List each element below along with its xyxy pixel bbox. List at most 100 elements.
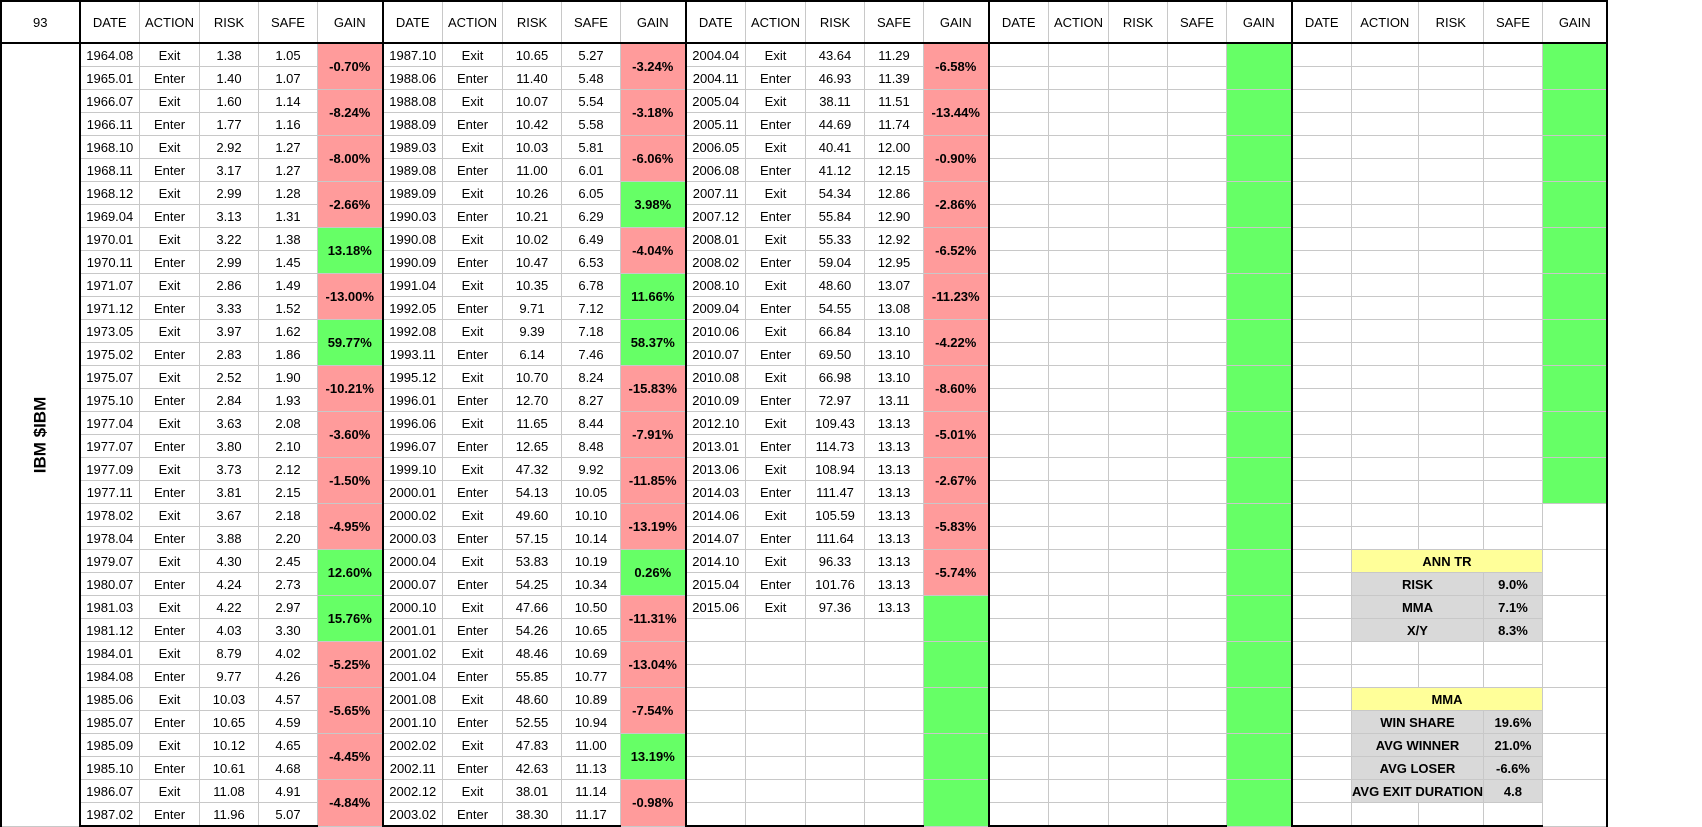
- cell-action[interactable]: Exit: [442, 687, 503, 711]
- cell-action[interactable]: Enter: [442, 526, 503, 550]
- cell-action[interactable]: Exit: [139, 457, 200, 481]
- cell-action[interactable]: Exit: [745, 457, 806, 481]
- cell-risk[interactable]: 47.83: [502, 733, 562, 757]
- empty-cell[interactable]: [1482, 480, 1543, 504]
- cell-action[interactable]: Enter: [139, 296, 200, 320]
- cell-action[interactable]: Enter: [442, 342, 503, 366]
- empty-cell[interactable]: [1482, 135, 1543, 159]
- empty-cell[interactable]: [1167, 112, 1227, 136]
- cell-date[interactable]: 1988.09: [381, 112, 443, 136]
- empty-cell[interactable]: [1108, 434, 1168, 458]
- empty-cell[interactable]: [864, 618, 924, 642]
- empty-cell[interactable]: [1351, 802, 1419, 827]
- cell-safe[interactable]: 3.30: [258, 618, 318, 642]
- cell-date[interactable]: 2002.02: [381, 733, 443, 757]
- cell-date[interactable]: 1964.08: [78, 42, 140, 67]
- cell-risk[interactable]: 3.81: [199, 480, 259, 504]
- cell-gain[interactable]: [1226, 42, 1293, 90]
- cell-date[interactable]: 2004.04: [684, 42, 746, 67]
- empty-cell[interactable]: [1167, 250, 1227, 274]
- empty-cell[interactable]: [1108, 618, 1168, 642]
- cell-action[interactable]: Exit: [745, 549, 806, 573]
- empty-cell[interactable]: [1482, 296, 1543, 320]
- empty-cell[interactable]: [1108, 802, 1168, 827]
- cell-date[interactable]: 1990.08: [381, 227, 443, 251]
- cell-risk[interactable]: 41.12: [805, 158, 865, 182]
- cell-gain[interactable]: -2.67%: [923, 457, 990, 504]
- cell-risk[interactable]: 2.99: [199, 181, 259, 205]
- cell-safe[interactable]: 12.95: [864, 250, 924, 274]
- empty-cell[interactable]: [1351, 89, 1419, 113]
- empty-cell[interactable]: [1351, 319, 1419, 343]
- cell-action[interactable]: Enter: [139, 66, 200, 90]
- cell-risk[interactable]: 97.36: [805, 595, 865, 619]
- cell-gain[interactable]: -13.00%: [317, 273, 384, 320]
- cell-action[interactable]: Exit: [745, 273, 806, 297]
- empty-cell[interactable]: [1290, 756, 1352, 780]
- cell-gain[interactable]: [1226, 595, 1293, 642]
- cell-action[interactable]: Enter: [139, 250, 200, 274]
- column-header-safe[interactable]: SAFE: [1167, 0, 1227, 44]
- cell-risk[interactable]: 10.70: [502, 365, 562, 389]
- cell-action[interactable]: Enter: [442, 802, 503, 827]
- empty-cell[interactable]: [1482, 112, 1543, 136]
- empty-cell[interactable]: [1048, 273, 1109, 297]
- column-header-risk[interactable]: RISK: [805, 0, 865, 44]
- cell-safe[interactable]: 1.86: [258, 342, 318, 366]
- cell-risk[interactable]: 55.85: [502, 664, 562, 688]
- cell-safe[interactable]: 1.28: [258, 181, 318, 205]
- cell-gain[interactable]: -2.66%: [317, 181, 384, 228]
- empty-cell[interactable]: [1048, 779, 1109, 803]
- cell-gain[interactable]: [1226, 733, 1293, 780]
- cell-date[interactable]: 2002.12: [381, 779, 443, 803]
- cell-action[interactable]: Exit: [442, 273, 503, 297]
- cell-risk[interactable]: 54.55: [805, 296, 865, 320]
- cell-risk[interactable]: 54.13: [502, 480, 562, 504]
- empty-cell[interactable]: [1482, 342, 1543, 366]
- empty-cell[interactable]: [805, 664, 865, 688]
- empty-cell[interactable]: [987, 779, 1049, 803]
- cell-risk[interactable]: 47.66: [502, 595, 562, 619]
- cell-safe[interactable]: 12.92: [864, 227, 924, 251]
- empty-cell[interactable]: [987, 549, 1049, 573]
- cell-date[interactable]: 1995.12: [381, 365, 443, 389]
- empty-cell[interactable]: [1108, 204, 1168, 228]
- empty-cell[interactable]: [1417, 664, 1484, 688]
- cell-safe[interactable]: 13.10: [864, 319, 924, 343]
- cell-action[interactable]: Enter: [442, 204, 503, 228]
- cell-action[interactable]: Exit: [139, 227, 200, 251]
- cell-risk[interactable]: 9.39: [502, 319, 562, 343]
- empty-cell[interactable]: [1167, 342, 1227, 366]
- cell-gain[interactable]: [1226, 365, 1293, 412]
- empty-cell[interactable]: [1351, 434, 1419, 458]
- cell-safe[interactable]: 6.53: [561, 250, 621, 274]
- cell-gain[interactable]: 58.37%: [620, 319, 687, 366]
- empty-cell[interactable]: [1290, 89, 1352, 113]
- empty-cell[interactable]: [987, 319, 1049, 343]
- cell-safe[interactable]: 1.93: [258, 388, 318, 412]
- empty-cell[interactable]: [1048, 641, 1109, 665]
- empty-cell[interactable]: [1351, 250, 1419, 274]
- empty-cell[interactable]: [1108, 42, 1168, 67]
- empty-cell[interactable]: [805, 687, 865, 711]
- cell-safe[interactable]: 5.81: [561, 135, 621, 159]
- cell-date[interactable]: 2014.10: [684, 549, 746, 573]
- cell-risk[interactable]: 48.60: [805, 273, 865, 297]
- empty-cell[interactable]: [1167, 618, 1227, 642]
- cell-date[interactable]: 2008.02: [684, 250, 746, 274]
- empty-cell[interactable]: [1167, 273, 1227, 297]
- empty-cell[interactable]: [1048, 388, 1109, 412]
- cell-action[interactable]: Enter: [745, 296, 806, 320]
- cell-action[interactable]: Enter: [442, 710, 503, 734]
- cell-safe[interactable]: 1.31: [258, 204, 318, 228]
- cell-action[interactable]: Exit: [745, 365, 806, 389]
- cell-risk[interactable]: 10.12: [199, 733, 259, 757]
- cell-safe[interactable]: 11.51: [864, 89, 924, 113]
- cell-gain[interactable]: [1226, 779, 1293, 827]
- empty-cell[interactable]: [1108, 365, 1168, 389]
- cell-safe[interactable]: 13.13: [864, 457, 924, 481]
- empty-cell[interactable]: [1048, 227, 1109, 251]
- cell-action[interactable]: Exit: [139, 687, 200, 711]
- cell-safe[interactable]: 6.49: [561, 227, 621, 251]
- cell-risk[interactable]: 8.79: [199, 641, 259, 665]
